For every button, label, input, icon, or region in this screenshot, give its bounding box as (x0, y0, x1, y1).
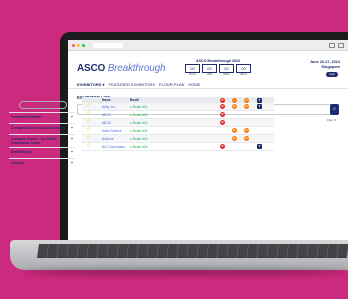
sidebar-item-label: Compare Cancer: The ASCO Foundation Dono… (11, 137, 57, 145)
table-row[interactable]: ☆ AB-01 ● Booth #02 P (82, 111, 274, 119)
table-row[interactable]: ☆ Astra Science ● Booth #04 C C (82, 127, 274, 135)
table-row[interactable]: ☆ Abby, Inc. ● Booth #01 P C C ▾ (82, 103, 274, 111)
expand-icon[interactable]: + (71, 137, 73, 145)
sponsor-icon: P (220, 104, 225, 109)
countdown-unit: HRS (206, 73, 213, 76)
sponsor-icon: P (220, 120, 225, 125)
exhibitor-name[interactable]: Abby, Inc. (102, 105, 116, 109)
company-icon: C (244, 136, 249, 141)
company-icon: C (244, 104, 249, 109)
nav-home[interactable]: HOME (188, 82, 200, 87)
booth-number[interactable]: ● Booth #03 (130, 121, 147, 125)
sidebar-item-state[interactable]: State/Region + (9, 147, 75, 158)
countdown-seconds: 00 (236, 64, 251, 73)
expand-icon[interactable]: + (71, 161, 73, 167)
table-body: ☆ Abby, Inc. ● Booth #01 P C C ▾ ☆ AB-01 ● Booth … (82, 103, 274, 151)
close-window-icon[interactable] (72, 43, 75, 47)
countdown-title: ASCO Breakthrough 2024 (196, 59, 240, 63)
basket-icon: ▾ (257, 144, 262, 149)
sidebar-item-featured[interactable]: Featured Exhibitor + (9, 112, 75, 123)
nav-exhibitors[interactable]: EXHIBITORS ▾ (77, 82, 105, 87)
minimize-window-icon[interactable] (77, 43, 80, 47)
event-logo[interactable]: ASCO Breakthrough (77, 63, 166, 74)
search-icon[interactable]: ⌕ (330, 104, 339, 115)
favorites-button[interactable]: Favorites (19, 101, 67, 109)
logo-accent: Breakthrough (107, 63, 166, 74)
browser-toolbar (68, 40, 348, 51)
restore-icon[interactable] (329, 42, 335, 48)
nav-floor-plan[interactable]: FLOOR PLAN (159, 82, 184, 87)
sidebar-item-country[interactable]: Country + (9, 158, 75, 169)
favorite-star-icon[interactable]: ☆ (86, 111, 91, 118)
sidebar-item-council[interactable]: Compare Cancer Council Member + (9, 123, 75, 134)
event-location: Singapore (321, 65, 340, 69)
booth-number[interactable]: ● Booth #06 (130, 145, 147, 149)
favorite-star-icon[interactable]: ☆ (86, 127, 91, 134)
site-header: ASCO Breakthrough ASCO Breakthrough 2024… (68, 51, 348, 81)
booth-number[interactable]: ● Booth #04 (130, 129, 147, 133)
sidebar-item-donor[interactable]: Compare Cancer: The ASCO Foundation Dono… (9, 134, 75, 147)
filter-sidebar: Favorites Featured Exhibitor + Compare Ca… (9, 101, 75, 169)
keyboard (37, 244, 348, 258)
main-nav: EXHIBITORS ▾ FEATURED EXHIBITORS FLOOR P… (68, 81, 348, 89)
login-button[interactable]: Login (326, 72, 338, 77)
close-icon[interactable] (338, 42, 344, 48)
countdown-unit: DAYS (189, 73, 196, 76)
company-icon: C (244, 128, 249, 133)
exhibitor-name[interactable]: AB-01 (102, 113, 111, 117)
sidebar-item-label: Country (11, 161, 24, 165)
expand-icon[interactable]: + (71, 115, 73, 121)
countdown-unit: SECS (239, 73, 248, 76)
expand-icon[interactable]: + (71, 126, 73, 132)
exhibitor-name[interactable]: AB-02 (102, 121, 111, 125)
laptop: ASCO Breakthrough ASCO Breakthrough 2024… (0, 0, 348, 299)
company-icon: C (232, 136, 237, 141)
booth-number[interactable]: ● Booth #02 (130, 113, 147, 117)
maximize-window-icon[interactable] (82, 43, 85, 47)
countdown-hours: 00 (202, 64, 217, 73)
favorite-star-icon[interactable]: ☆ (86, 135, 91, 142)
countdown-days: 00 (185, 64, 200, 73)
countdown-unit: MINS (223, 73, 230, 76)
sponsor-icon: P (220, 144, 225, 149)
sponsor-icon: P (220, 112, 225, 117)
column-header-name[interactable]: Name (102, 98, 111, 102)
table-row[interactable]: ☆ BIO Corporation ● Booth #06 P ▾ (82, 143, 274, 151)
favorite-star-icon[interactable]: ☆ (86, 119, 91, 126)
countdown: ASCO Breakthrough 2024 00 00 00 00 DAYS … (185, 59, 251, 76)
favorite-star-icon[interactable]: ☆ (86, 143, 91, 150)
booth-number[interactable]: ● Booth #05 (130, 137, 147, 141)
exhibitor-name[interactable]: Biotrove (102, 137, 114, 141)
laptop-shadow (22, 268, 348, 276)
logo-main: ASCO (77, 63, 106, 74)
sidebar-item-label: Compare Cancer Council Member (11, 126, 66, 130)
table-row[interactable]: ☆ Biotrove ● Booth #05 C C (82, 135, 274, 143)
nav-featured-exhibitors[interactable]: FEATURED EXHIBITORS (109, 82, 156, 87)
address-bar[interactable] (93, 42, 123, 48)
exhibitor-name[interactable]: Astra Science (102, 129, 122, 133)
column-header-booth[interactable]: Booth (130, 98, 139, 102)
expand-icon[interactable]: + (71, 150, 73, 156)
sidebar-item-label: Featured Exhibitor (11, 115, 41, 119)
event-dateinfo: June 20-27, 2024 Singapore (310, 60, 340, 70)
favorite-star-icon[interactable]: ☆ (86, 103, 91, 110)
basket-icon: ▾ (257, 104, 262, 109)
table-row[interactable]: ☆ AB-02 ● Booth #03 P (82, 119, 274, 127)
company-icon: C (232, 104, 237, 109)
company-icon: C (232, 128, 237, 133)
exhibitor-table: Name Booth P ‹ C ▾ ☆ Abby, Inc. ● Booth #0… (82, 97, 274, 151)
exhibitor-name[interactable]: BIO Corporation (102, 145, 125, 149)
booth-number[interactable]: ● Booth #01 (130, 105, 147, 109)
countdown-minutes: 00 (219, 64, 234, 73)
sidebar-item-label: State/Region (11, 150, 32, 154)
window-controls (329, 42, 344, 48)
